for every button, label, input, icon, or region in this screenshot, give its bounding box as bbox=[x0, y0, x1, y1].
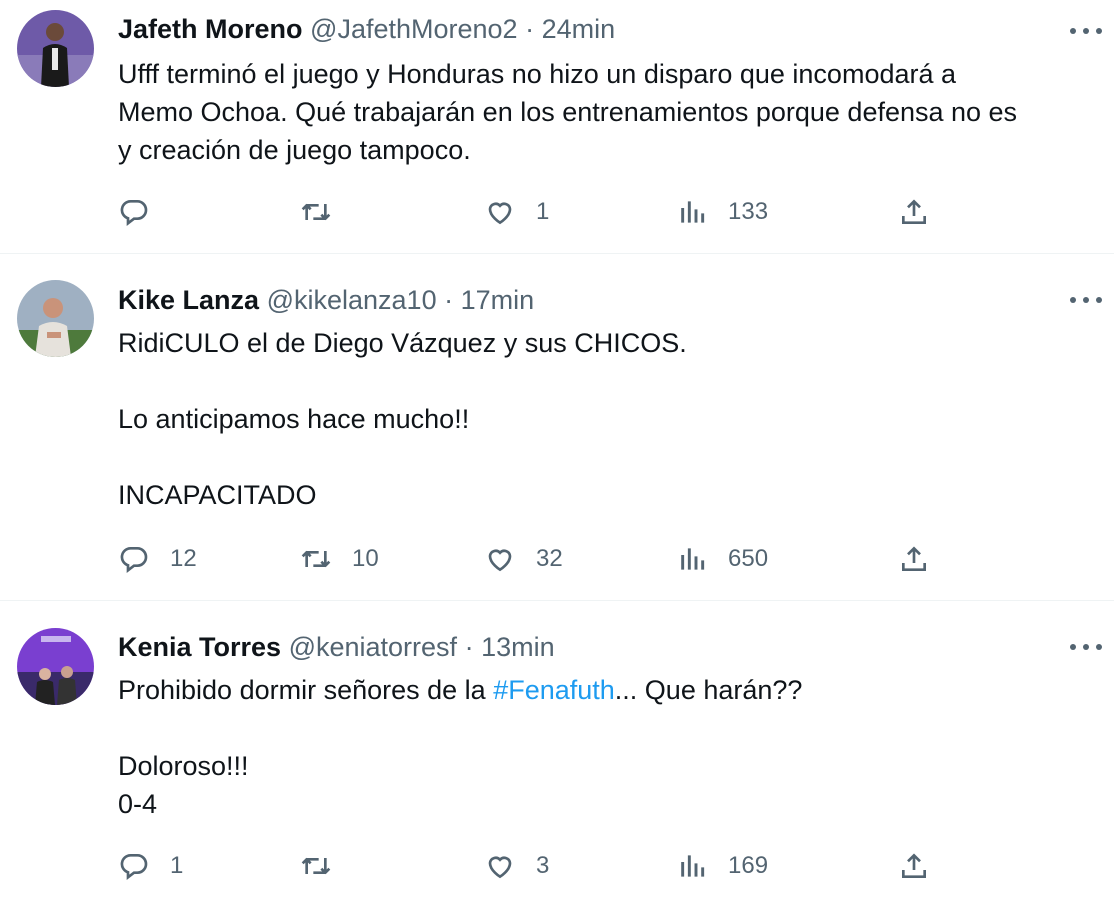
like-icon bbox=[488, 549, 512, 572]
text-segment: ... Que harán?? bbox=[614, 675, 803, 705]
author-handle[interactable]: @JafethMoreno2 bbox=[310, 14, 518, 44]
more-icon[interactable] bbox=[1070, 290, 1102, 310]
tweet-text-line: 0-4 bbox=[118, 789, 158, 819]
tweet-text-line: y creación de juego tampoco. bbox=[118, 135, 471, 165]
tweet-header: Kike Lanza @kikelanza10 · 17min bbox=[118, 283, 1054, 317]
share-button[interactable] bbox=[898, 192, 930, 232]
views-count: 133 bbox=[728, 198, 769, 225]
retweet-icon bbox=[301, 551, 331, 567]
like-icon bbox=[488, 202, 512, 225]
action-bar: 1 3 169 bbox=[0, 846, 1114, 886]
reply-icon bbox=[120, 853, 148, 881]
tweet-text-line: Doloroso!!! bbox=[118, 751, 249, 781]
like-count: 32 bbox=[536, 545, 563, 572]
tweet-text-line: Lo anticipamos hace mucho!! bbox=[118, 404, 470, 434]
avatar[interactable] bbox=[17, 628, 94, 705]
share-icon bbox=[902, 546, 926, 571]
author-handle[interactable]: @keniatorresf bbox=[289, 632, 457, 662]
views-button[interactable]: 650 bbox=[676, 539, 768, 579]
reply-button[interactable]: 12 bbox=[118, 539, 197, 579]
tweet-header: Kenia Torres @keniatorresf · 13min bbox=[118, 630, 1054, 664]
action-bar: 1 133 bbox=[0, 192, 1114, 232]
separator: · bbox=[464, 632, 474, 662]
tweet-text: Ufff terminó el juego y Honduras no hizo… bbox=[118, 55, 1106, 169]
avatar[interactable] bbox=[17, 10, 94, 87]
like-count: 3 bbox=[536, 852, 550, 879]
tweet[interactable]: Kenia Torres @keniatorresf · 13min Prohi… bbox=[0, 602, 1114, 900]
separator: · bbox=[525, 14, 535, 44]
avatar[interactable] bbox=[17, 280, 94, 357]
tweet-text-line: INCAPACITADO bbox=[118, 480, 317, 510]
text-segment: Prohibido dormir señores de la bbox=[118, 675, 494, 705]
reply-count: 12 bbox=[170, 545, 197, 572]
tweet-text-line: Prohibido dormir señores de la #Fenafuth… bbox=[118, 671, 1106, 709]
retweet-button[interactable] bbox=[300, 846, 352, 886]
views-button[interactable]: 169 bbox=[676, 846, 768, 886]
like-count: 1 bbox=[536, 198, 550, 225]
retweet-button[interactable]: 10 bbox=[300, 539, 379, 579]
author-name[interactable]: Kenia Torres bbox=[118, 632, 281, 662]
timestamp[interactable]: 24min bbox=[542, 14, 616, 44]
share-icon bbox=[902, 853, 926, 878]
views-count: 169 bbox=[728, 852, 769, 879]
author-name[interactable]: Kike Lanza bbox=[118, 285, 259, 315]
share-icon bbox=[902, 199, 926, 224]
author-name[interactable]: Jafeth Moreno bbox=[118, 14, 303, 44]
more-icon[interactable] bbox=[1070, 637, 1102, 657]
views-icon bbox=[681, 548, 705, 570]
like-icon bbox=[488, 856, 512, 879]
tweet-text: RidiCULO el de Diego Vázquez y sus CHICO… bbox=[118, 324, 1106, 514]
author-handle[interactable]: @kikelanza10 bbox=[267, 285, 437, 315]
views-icon bbox=[681, 201, 705, 223]
tweet-text-line: Ufff terminó el juego y Honduras no hizo… bbox=[118, 59, 957, 89]
hashtag-link[interactable]: #Fenafuth bbox=[493, 675, 615, 705]
reply-count: 1 bbox=[170, 852, 184, 879]
share-button[interactable] bbox=[898, 539, 930, 579]
separator: · bbox=[444, 285, 454, 315]
like-button[interactable]: 32 bbox=[484, 539, 563, 579]
tweet-text: Prohibido dormir señores de la #Fenafuth… bbox=[118, 671, 1106, 823]
timestamp[interactable]: 13min bbox=[481, 632, 555, 662]
retweet-icon bbox=[301, 858, 331, 874]
tweet[interactable]: Jafeth Moreno @JafethMoreno2 · 24min Uff… bbox=[0, 0, 1114, 254]
tweet-text-line: Memo Ochoa. Qué trabajarán en los entren… bbox=[118, 97, 1018, 127]
views-count: 650 bbox=[728, 545, 769, 572]
like-button[interactable]: 3 bbox=[484, 846, 549, 886]
action-bar: 12 10 32 650 bbox=[0, 539, 1114, 579]
tweet-header: Jafeth Moreno @JafethMoreno2 · 24min bbox=[118, 12, 1054, 46]
reply-icon bbox=[120, 199, 148, 227]
retweet-count: 10 bbox=[352, 545, 379, 572]
share-button[interactable] bbox=[898, 846, 930, 886]
reply-icon bbox=[120, 546, 148, 574]
views-icon bbox=[681, 855, 705, 877]
reply-button[interactable]: 1 bbox=[118, 846, 183, 886]
retweet-icon bbox=[301, 204, 331, 220]
like-button[interactable]: 1 bbox=[484, 192, 549, 232]
tweet[interactable]: Kike Lanza @kikelanza10 · 17min RidiCULO… bbox=[0, 255, 1114, 601]
reply-button[interactable] bbox=[118, 192, 170, 232]
tweet-text-line: RidiCULO el de Diego Vázquez y sus CHICO… bbox=[118, 328, 687, 358]
retweet-button[interactable] bbox=[300, 192, 352, 232]
timestamp[interactable]: 17min bbox=[461, 285, 535, 315]
more-icon[interactable] bbox=[1070, 21, 1102, 41]
views-button[interactable]: 133 bbox=[676, 192, 768, 232]
